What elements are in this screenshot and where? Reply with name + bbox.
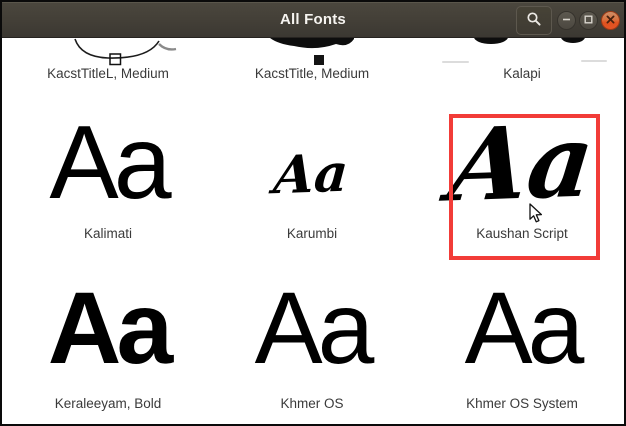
font-card-khmer-os-system[interactable]: Aa Khmer OS System [422,258,622,416]
font-card-kaushan-script[interactable]: Aa Kaushan Script [422,90,622,246]
font-grid: KacstTitleL, Medium KacstTitle, Medium K… [2,30,624,423]
font-card-kacsttitlel[interactable]: KacstTitleL, Medium [8,38,208,86]
close-button[interactable] [601,11,620,30]
font-preview: Aa [49,105,171,222]
font-preview: Aa [254,271,375,386]
search-icon [526,11,542,30]
font-card-keraleeyam[interactable]: Aa Keraleeyam, Bold [8,258,208,416]
font-name-label: Kaushan Script [476,226,568,241]
font-name-label: Khmer OS System [466,396,578,411]
window-controls [557,11,620,30]
close-icon [605,13,616,28]
font-preview-glyph-partial [8,38,208,66]
font-name-label: Kalapi [503,66,541,81]
font-card-kalapi[interactable]: Kalapi [422,30,622,86]
font-preview: Aa [464,271,585,386]
font-preview: Aa [47,271,173,386]
search-button[interactable] [516,6,552,35]
maximize-icon [583,13,594,28]
font-name-label: KacstTitleL, Medium [47,66,169,81]
font-preview: Aa [271,142,351,207]
font-name-label: Kalimati [83,226,132,241]
font-name-label: Karumbi [286,226,338,241]
titlebar[interactable]: All Fonts [2,2,624,38]
maximize-button[interactable] [579,11,598,30]
font-preview: Aa [443,101,600,225]
minimize-button[interactable] [557,11,576,30]
font-preview-glyph-partial [212,38,412,66]
font-card-kacsttitle[interactable]: KacstTitle, Medium [212,38,412,86]
font-name-label: KacstTitle, Medium [254,66,370,81]
font-name-label: Keraleeyam, Bold [54,396,162,411]
font-preview-glyph-partial [422,30,622,66]
font-card-khmer-os[interactable]: Aa Khmer OS [212,258,412,416]
font-card-karumbi[interactable]: Aa Karumbi [212,90,412,246]
font-card-kalimati[interactable]: Aa Kalimati [8,90,208,246]
font-name-label: Khmer OS [280,396,344,411]
minimize-icon [561,13,572,28]
fonts-app-window: All Fonts KacstTitleL, Medium KacstTitle… [0,0,626,426]
